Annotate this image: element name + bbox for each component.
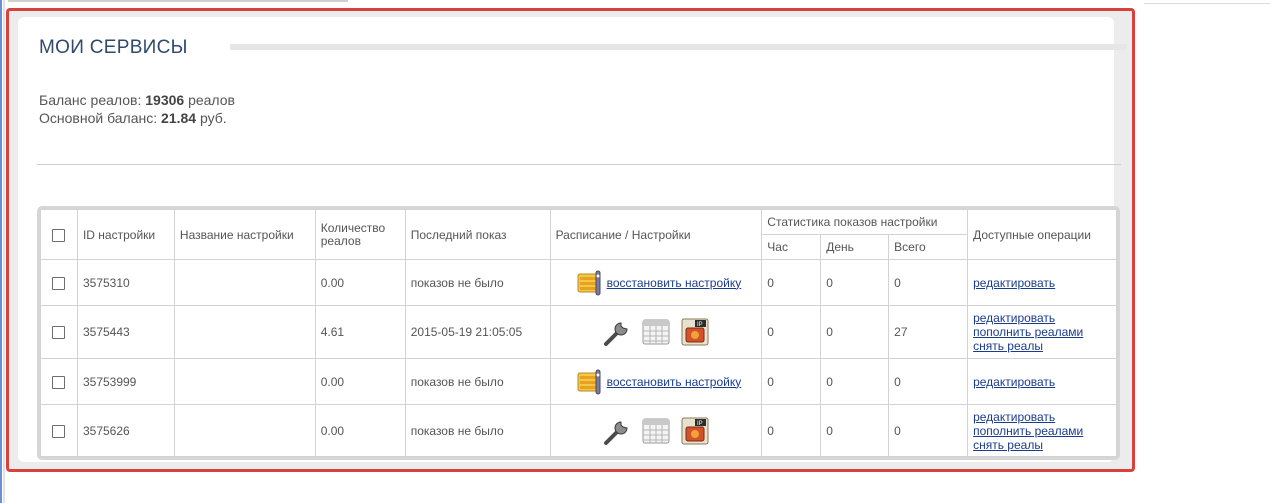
table-row: 3575626 0.00 показов не было 0 0 0 редак…: [40, 404, 1117, 457]
col-name: Название настройки: [173, 209, 316, 260]
row-reals: 0.00: [314, 259, 406, 306]
row-ops: редактировать пополнить реалами снять ре…: [967, 305, 1117, 359]
left-edge-bar: [0, 0, 2, 503]
settings-table-wrap: ID настройки Название настройки Количест…: [37, 206, 1120, 460]
row-name: [173, 259, 316, 306]
balance-main-unit: руб.: [199, 110, 227, 126]
page-title: МОИ СЕРВИСЫ: [39, 37, 188, 58]
row-id: 3575626: [76, 404, 175, 457]
divider: [37, 164, 1121, 165]
col-schedule: Расписание / Настройки: [549, 209, 763, 260]
topup-link[interactable]: пополнить реалами: [973, 424, 1111, 438]
row-hour: 0: [761, 305, 822, 359]
row-checkbox-cell: [40, 305, 78, 359]
ip-settings-icon[interactable]: [680, 416, 710, 446]
wrench-icon[interactable]: [602, 317, 632, 347]
col-day: День: [820, 234, 890, 260]
row-reals: 0.00: [314, 404, 406, 457]
row-schedule: [549, 305, 763, 359]
row-checkbox[interactable]: [52, 424, 66, 438]
row-hour: 0: [761, 358, 822, 405]
row-day: 0: [820, 358, 890, 405]
col-hour: Час: [761, 234, 822, 260]
col-stats: Статистика показов настройки: [761, 209, 969, 235]
row-checkbox[interactable]: [52, 276, 66, 290]
row-last: показов не было: [404, 404, 551, 457]
col-total: Всего: [888, 234, 969, 260]
row-schedule: восстановить настройку: [549, 358, 763, 405]
row-name: [173, 358, 316, 405]
row-reals: 0.00: [314, 358, 406, 405]
calendar-icon[interactable]: [641, 317, 671, 347]
row-id: 3575310: [76, 259, 175, 306]
row-schedule: восстановить настройку: [549, 259, 763, 306]
edit-link[interactable]: редактировать: [973, 276, 1111, 290]
row-total: 0: [888, 259, 969, 306]
row-name: [173, 404, 316, 457]
restore-setting-link[interactable]: восстановить настройку: [607, 375, 742, 389]
select-all-checkbox[interactable]: [52, 228, 66, 242]
edit-link[interactable]: редактировать: [973, 311, 1111, 325]
balance-main-label: Основной баланс:: [39, 110, 158, 126]
restore-config-icon[interactable]: [574, 268, 604, 298]
row-checkbox-cell: [40, 358, 78, 405]
col-reals: Количество реалов: [314, 209, 406, 260]
withdraw-link[interactable]: снять реалы: [973, 438, 1111, 452]
row-last: показов не было: [404, 259, 551, 306]
col-ops: Доступные операции: [967, 209, 1117, 260]
restore-setting-link[interactable]: восстановить настройку: [607, 276, 742, 290]
ip-settings-icon[interactable]: [680, 317, 710, 347]
balance-main: Основной баланс: 21.84 руб.: [39, 109, 235, 127]
balance-reals-value: 19306: [145, 92, 185, 108]
row-checkbox-cell: [40, 259, 78, 306]
row-id: 35753999: [76, 358, 175, 405]
row-hour: 0: [761, 404, 822, 457]
row-last: 2015-05-19 21:05:05: [404, 305, 551, 359]
row-name: [173, 305, 316, 359]
balance-reals: Баланс реалов: 19306 реалов: [39, 91, 235, 109]
wrench-icon[interactable]: [602, 416, 632, 446]
withdraw-link[interactable]: снять реалы: [973, 339, 1111, 353]
table-row: 35753999 0.00 показов не было восстанови…: [40, 358, 1117, 405]
row-ops: редактировать: [967, 259, 1117, 306]
row-total: 0: [888, 404, 969, 457]
top-right-line: [1144, 3, 1270, 4]
balance-reals-unit: реалов: [188, 92, 235, 108]
row-schedule: [549, 404, 763, 457]
row-last: показов не было: [404, 358, 551, 405]
table-row: 3575310 0.00 показов не было восстановит…: [40, 259, 1117, 306]
row-id: 3575443: [76, 305, 175, 359]
topup-link[interactable]: пополнить реалами: [973, 325, 1111, 339]
row-reals: 4.61: [314, 305, 406, 359]
row-total: 27: [888, 305, 969, 359]
select-all-cell: [40, 209, 78, 260]
balance-block: Баланс реалов: 19306 реалов Основной бал…: [39, 91, 235, 127]
browser-top-strip: [0, 0, 1270, 5]
row-checkbox[interactable]: [52, 326, 66, 340]
left-edge-bar-2: [3, 0, 5, 503]
cut-off-text: [8, 0, 348, 2]
restore-config-icon[interactable]: [574, 367, 604, 397]
settings-table: ID настройки Название настройки Количест…: [40, 209, 1117, 457]
row-day: 0: [820, 259, 890, 306]
edit-link[interactable]: редактировать: [973, 375, 1111, 389]
row-day: 0: [820, 305, 890, 359]
table-row: 3575443 4.61 2015-05-19 21:05:05 0 0 27 …: [40, 305, 1117, 359]
row-checkbox[interactable]: [52, 375, 66, 389]
row-checkbox-cell: [40, 404, 78, 457]
col-id: ID настройки: [76, 209, 175, 260]
row-ops: редактировать пополнить реалами снять ре…: [967, 404, 1117, 457]
col-last: Последний показ: [404, 209, 551, 260]
edit-link[interactable]: редактировать: [973, 410, 1111, 424]
row-hour: 0: [761, 259, 822, 306]
title-rule: [230, 44, 1127, 50]
balance-main-value: 21.84: [161, 110, 197, 126]
row-ops: редактировать: [967, 358, 1117, 405]
row-total: 0: [888, 358, 969, 405]
balance-reals-label: Баланс реалов:: [39, 92, 142, 108]
row-day: 0: [820, 404, 890, 457]
calendar-icon[interactable]: [641, 416, 671, 446]
